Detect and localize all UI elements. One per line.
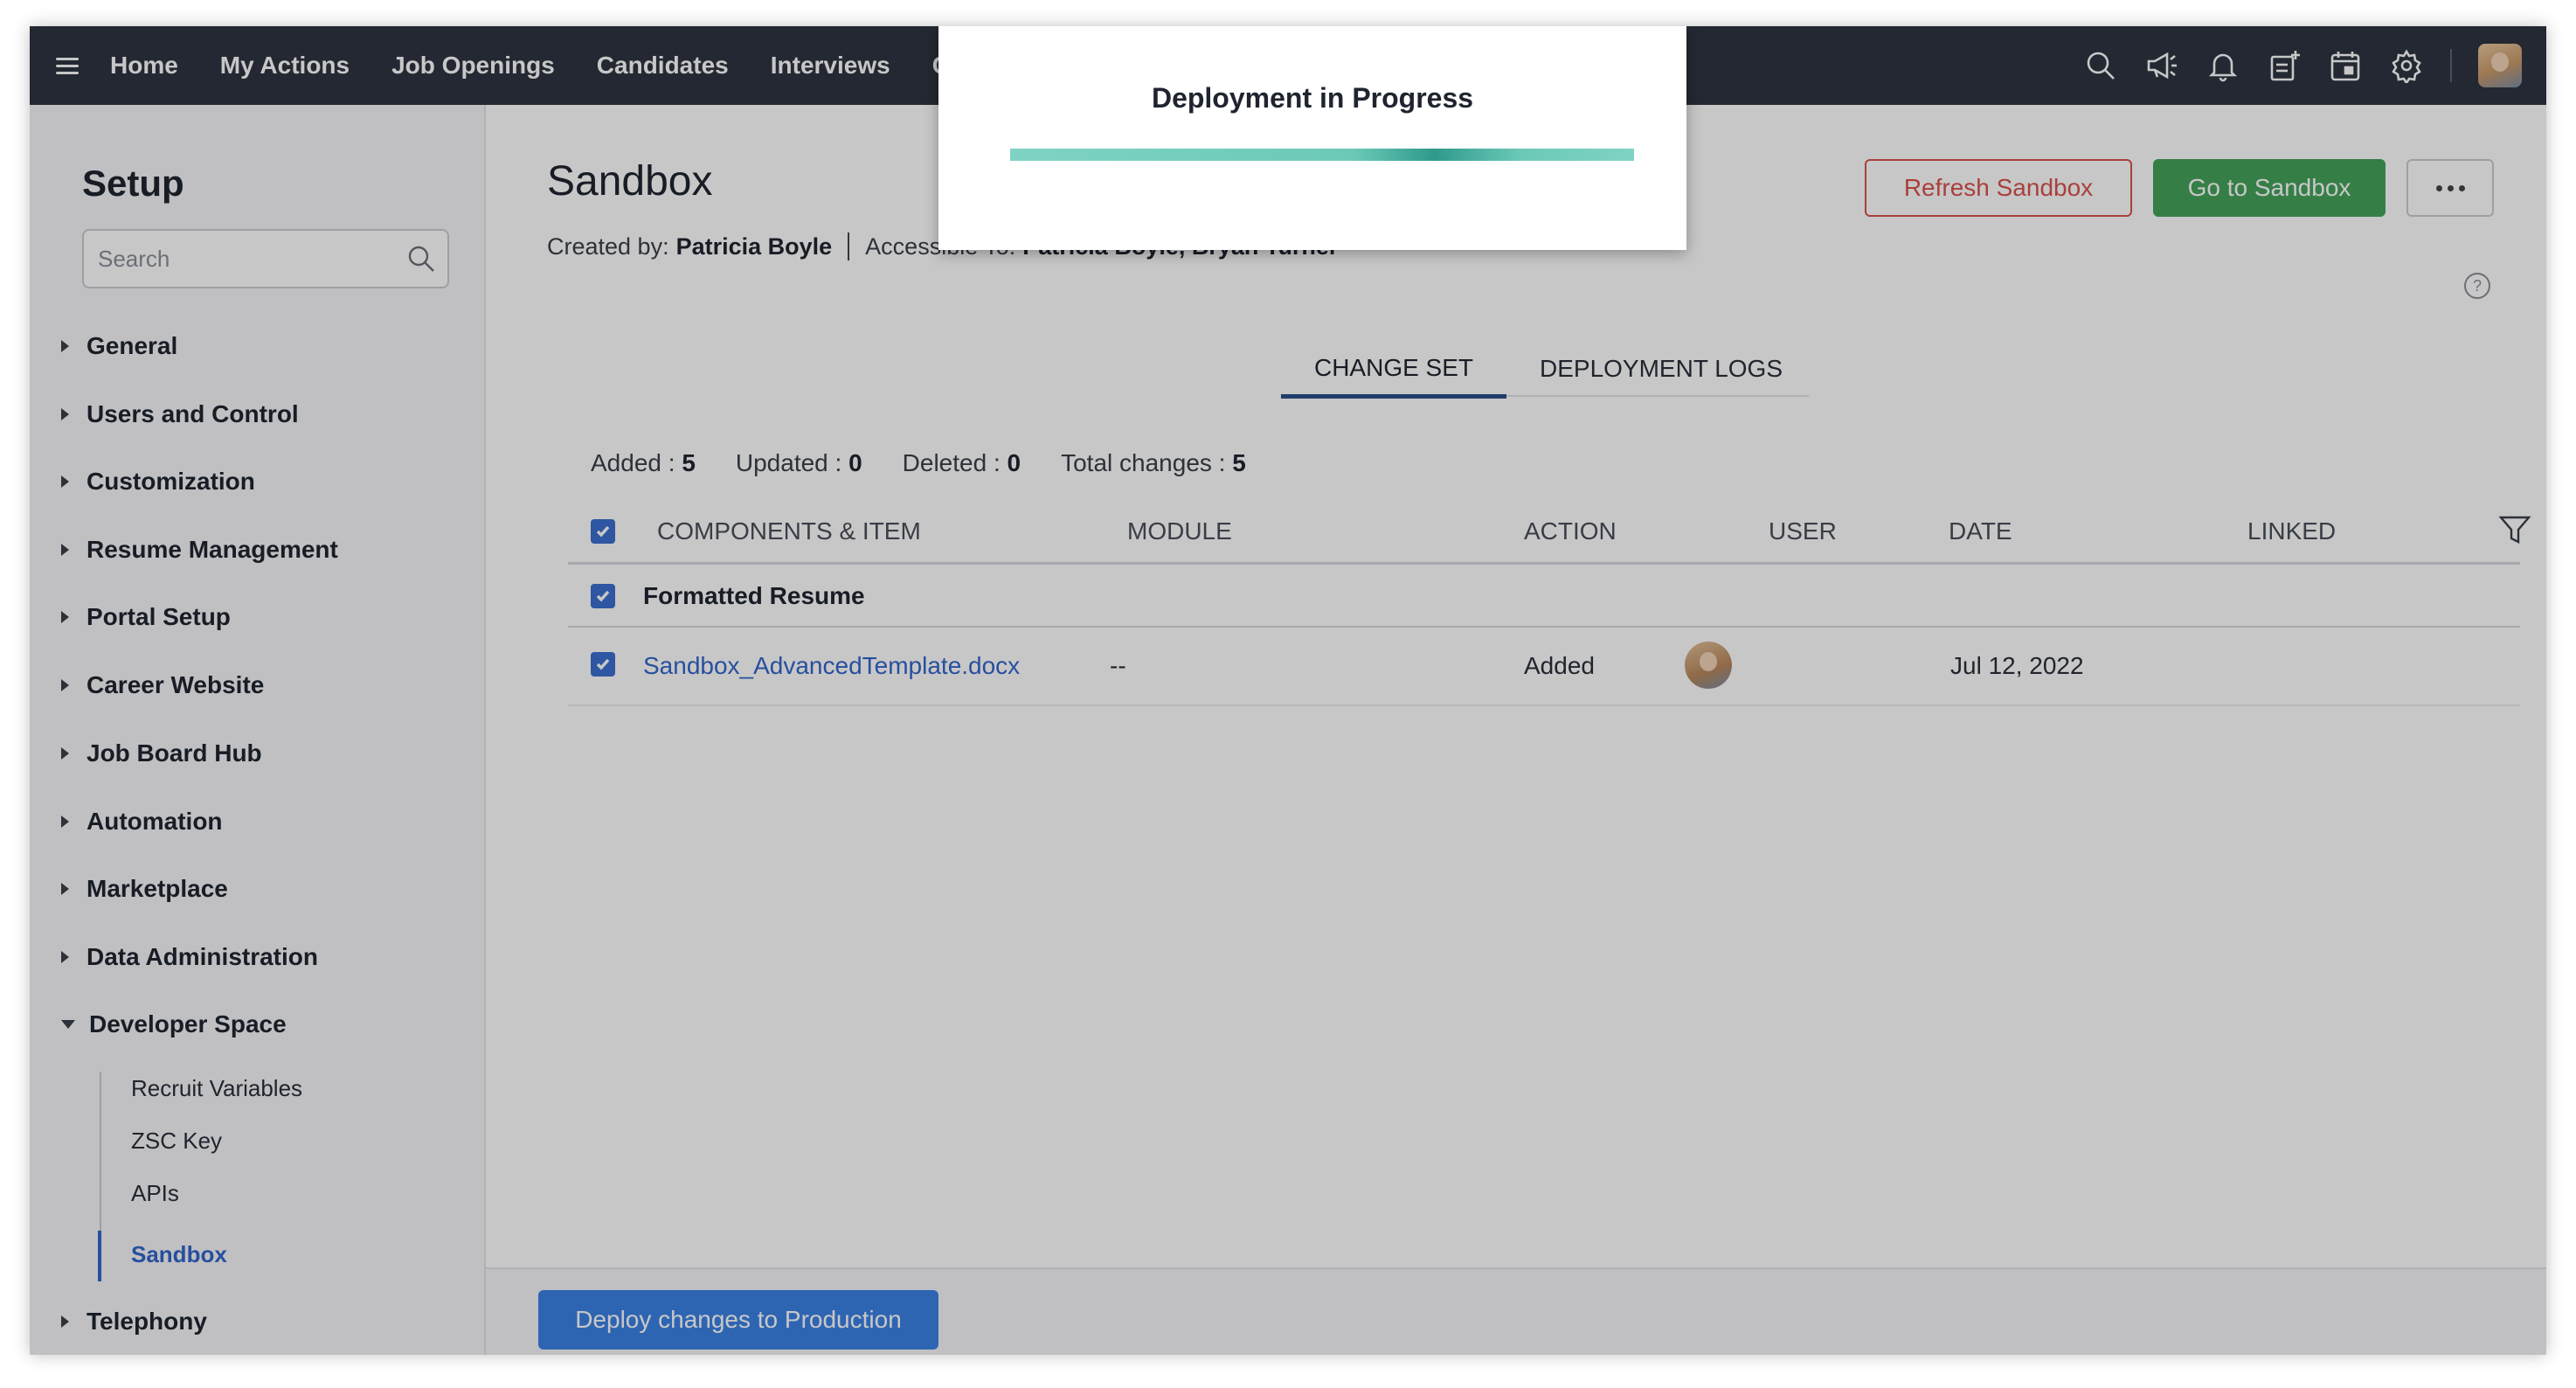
progress-bar-fill xyxy=(1010,149,1634,161)
deployment-progress-dialog: Deployment in Progress xyxy=(938,26,1686,250)
progress-bar xyxy=(1010,149,1634,161)
dialog-title: Deployment in Progress xyxy=(1151,82,1474,114)
app-window: Home My Actions Job Openings Candidates … xyxy=(30,26,2546,1355)
